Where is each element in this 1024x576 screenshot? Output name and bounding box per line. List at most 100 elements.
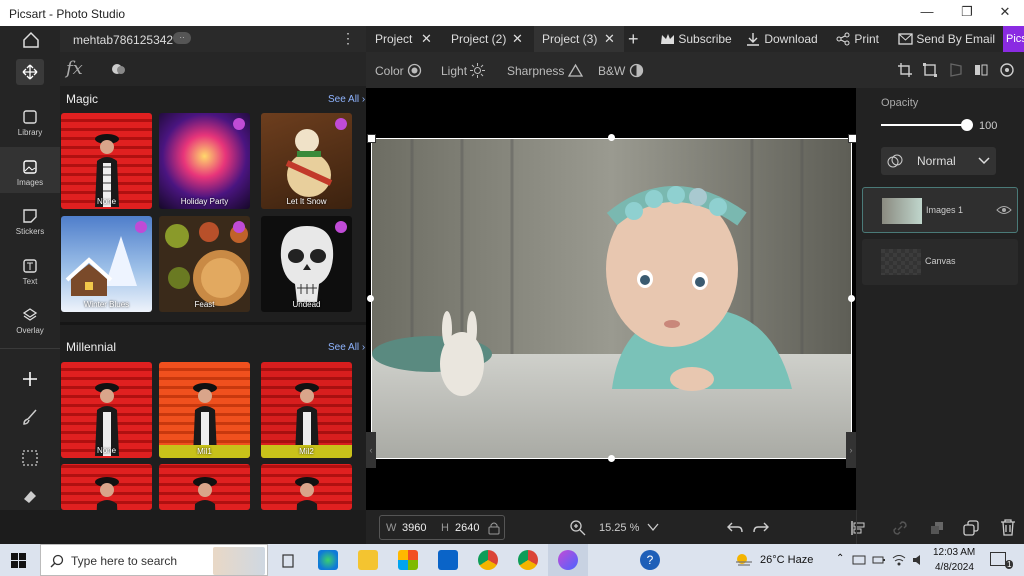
tab-close-icon[interactable]: ✕ bbox=[512, 26, 523, 52]
rail-item-library[interactable]: Library bbox=[0, 109, 60, 137]
millennial-thumb-mil2[interactable]: Mil2 bbox=[261, 362, 352, 458]
effect-thumb-let-it-snow[interactable]: Let It Snow bbox=[261, 113, 352, 209]
width-value[interactable]: 3960 bbox=[402, 522, 426, 534]
weather-icon[interactable] bbox=[734, 552, 754, 568]
mail-app-icon[interactable] bbox=[438, 550, 458, 570]
brush-icon[interactable] bbox=[21, 408, 39, 426]
resize-handle[interactable] bbox=[848, 295, 855, 302]
file-explorer-icon[interactable] bbox=[358, 550, 378, 570]
print-button[interactable]: Print bbox=[836, 26, 879, 52]
windows-start-icon[interactable] bbox=[11, 553, 27, 569]
link-icon[interactable] bbox=[892, 520, 908, 536]
zoom-chevron-icon[interactable] bbox=[647, 523, 659, 532]
see-all-magic[interactable]: See All › bbox=[328, 94, 365, 105]
collapse-left-button[interactable]: ‹ bbox=[366, 432, 376, 468]
send-email-button[interactable]: Send By Email bbox=[898, 26, 995, 52]
trash-icon[interactable] bbox=[1000, 519, 1016, 536]
rail-item-text[interactable]: Text bbox=[0, 258, 60, 286]
effect-thumb-holiday-party[interactable]: Holiday Party bbox=[159, 113, 250, 209]
add-icon[interactable] bbox=[21, 370, 39, 388]
millennial-thumb[interactable] bbox=[159, 464, 250, 510]
redo-icon[interactable] bbox=[752, 520, 770, 536]
minimize-button[interactable]: — bbox=[912, 4, 942, 19]
tab-close-icon[interactable]: ✕ bbox=[421, 26, 432, 52]
resize-icon[interactable] bbox=[922, 62, 938, 78]
username[interactable]: mehtab786125342 bbox=[73, 33, 173, 47]
clock-date[interactable]: 4/8/2024 bbox=[935, 562, 974, 573]
edge-icon[interactable] bbox=[318, 550, 338, 570]
millennial-thumb[interactable] bbox=[61, 464, 152, 510]
millennial-thumb[interactable] bbox=[261, 464, 352, 510]
fx-tab[interactable]: fx bbox=[66, 58, 83, 79]
wifi-icon[interactable] bbox=[892, 553, 906, 567]
baby-photo[interactable] bbox=[371, 138, 852, 459]
tab-project[interactable]: Project ✕ bbox=[366, 26, 440, 52]
tab-project-2[interactable]: Project (2) ✕ bbox=[442, 26, 532, 52]
store-icon[interactable] bbox=[398, 550, 418, 570]
more-icon[interactable]: ⋮ bbox=[341, 30, 355, 47]
sharpness-button[interactable]: Sharpness bbox=[507, 63, 583, 78]
resize-handle[interactable] bbox=[367, 134, 376, 143]
millennial-thumb-mil1[interactable]: Mil1 bbox=[159, 362, 250, 458]
align-icon[interactable] bbox=[850, 520, 866, 536]
close-button[interactable]: ✕ bbox=[990, 4, 1020, 20]
layer-item-canvas[interactable]: Canvas bbox=[862, 239, 1018, 285]
see-all-millennial[interactable]: See All › bbox=[328, 342, 365, 353]
rail-item-overlay[interactable]: Overlay bbox=[0, 307, 60, 335]
rail-item-images[interactable]: Images bbox=[0, 147, 60, 193]
rail-item-stickers[interactable]: Stickers bbox=[0, 208, 60, 236]
weather-text[interactable]: 26°C Haze bbox=[760, 554, 813, 566]
layer-item-images-1[interactable]: Images 1 bbox=[862, 187, 1018, 233]
notification-icon[interactable] bbox=[990, 552, 1006, 566]
color-button[interactable]: Color bbox=[375, 63, 422, 78]
picsart-taskbar-button[interactable] bbox=[548, 544, 588, 576]
volume-icon[interactable] bbox=[912, 553, 926, 567]
maximize-button[interactable]: ❐ bbox=[952, 4, 982, 20]
crop-icon[interactable] bbox=[897, 62, 913, 78]
new-tab-button[interactable]: + bbox=[628, 26, 639, 52]
tab-project-3[interactable]: Project (3) ✕ bbox=[534, 26, 624, 52]
resize-handle[interactable] bbox=[608, 134, 615, 141]
duplicate-icon[interactable] bbox=[963, 520, 979, 536]
help-icon[interactable]: ? bbox=[640, 550, 660, 570]
tab-close-icon[interactable]: ✕ bbox=[604, 26, 615, 52]
height-value[interactable]: 2640 bbox=[455, 522, 479, 534]
download-button[interactable]: Download bbox=[746, 26, 818, 52]
task-view-icon[interactable] bbox=[280, 553, 296, 569]
lock-icon[interactable] bbox=[488, 521, 500, 535]
bw-button[interactable]: B&W bbox=[598, 63, 644, 78]
effect-thumb-none[interactable]: None bbox=[61, 113, 152, 209]
merge-icon[interactable] bbox=[929, 520, 945, 536]
opacity-knob[interactable] bbox=[961, 119, 973, 131]
battery-icon[interactable] bbox=[872, 553, 886, 567]
zoom-icon[interactable] bbox=[570, 520, 586, 536]
tray-chevron-icon[interactable]: ⌃ bbox=[836, 553, 844, 564]
effect-thumb-feast[interactable]: Feast bbox=[159, 216, 250, 312]
eraser-icon[interactable] bbox=[21, 487, 39, 505]
effect-thumb-winter-blues[interactable]: Winter Blues bbox=[61, 216, 152, 312]
perspective-icon[interactable] bbox=[948, 62, 964, 78]
move-tool[interactable] bbox=[16, 59, 44, 85]
select-icon[interactable] bbox=[21, 449, 39, 467]
chrome-icon[interactable] bbox=[518, 550, 538, 570]
network-icon[interactable] bbox=[852, 553, 866, 567]
resize-handle[interactable] bbox=[608, 455, 615, 462]
light-button[interactable]: Light bbox=[441, 63, 486, 78]
clock-time[interactable]: 12:03 AM bbox=[933, 547, 975, 558]
rotate-icon[interactable] bbox=[999, 62, 1015, 78]
effect-thumb-undead[interactable]: Undead bbox=[261, 216, 352, 312]
blend-mode-select[interactable]: Normal bbox=[881, 147, 996, 175]
canvas-area[interactable]: ‹ › bbox=[366, 88, 857, 510]
taskbar-search[interactable]: Type here to search bbox=[40, 544, 268, 576]
zoom-value[interactable]: 15.25 % bbox=[599, 522, 639, 534]
shapes-icon[interactable] bbox=[110, 61, 126, 77]
chrome-icon[interactable] bbox=[478, 550, 498, 570]
subscribe-button[interactable]: Subscribe bbox=[660, 26, 732, 52]
eye-icon[interactable] bbox=[996, 204, 1012, 216]
picsart-button[interactable]: Picsart bbox=[1003, 26, 1024, 52]
collapse-right-button[interactable]: › bbox=[846, 432, 856, 468]
home-icon[interactable] bbox=[22, 31, 40, 49]
millennial-thumb-none[interactable]: None bbox=[61, 362, 152, 458]
resize-handle[interactable] bbox=[367, 295, 374, 302]
undo-icon[interactable] bbox=[726, 520, 744, 536]
